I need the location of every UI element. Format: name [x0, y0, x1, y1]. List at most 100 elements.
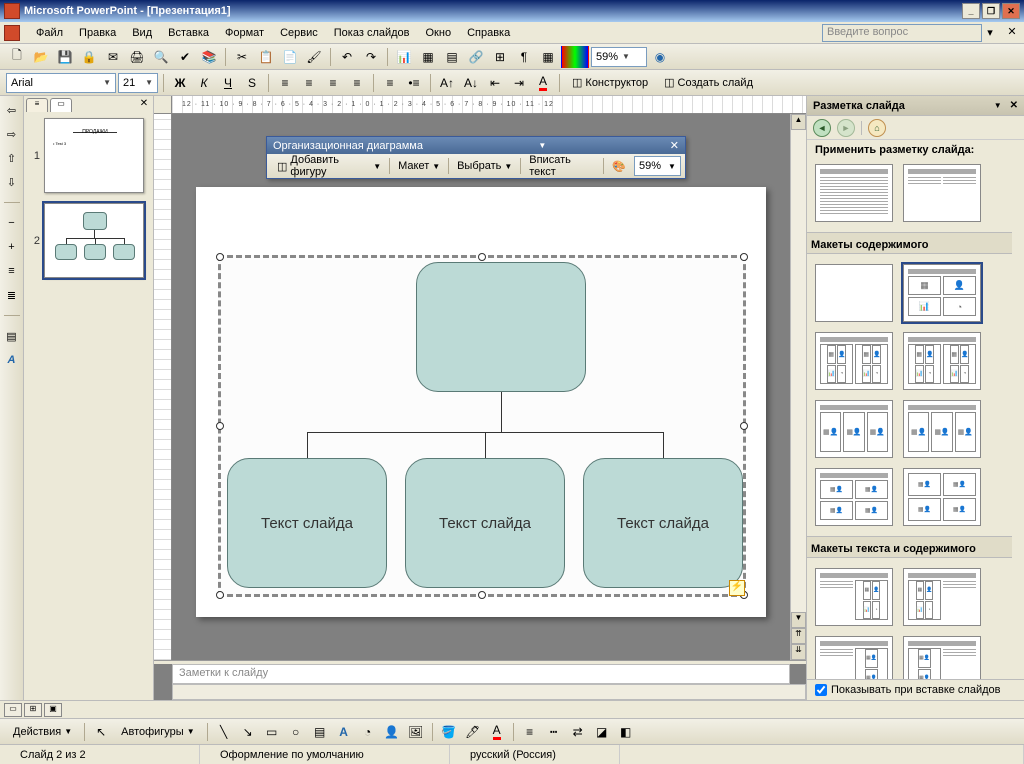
- scroll-up-icon[interactable]: ▲: [791, 114, 806, 130]
- prev-slide-icon[interactable]: ⇈: [791, 628, 806, 644]
- decrease-indent-icon[interactable]: ⇤: [484, 72, 506, 94]
- minimize-button[interactable]: _: [962, 3, 980, 19]
- line-style-icon[interactable]: ≡: [519, 721, 541, 743]
- table-icon[interactable]: ▦: [417, 46, 439, 68]
- panel-close-icon[interactable]: ✕: [137, 98, 151, 112]
- design-button[interactable]: ◫ Конструктор: [565, 72, 655, 94]
- menu-slideshow[interactable]: Показ слайдов: [326, 25, 418, 41]
- research-icon[interactable]: 📚: [198, 46, 220, 68]
- scroll-down-icon[interactable]: ▼: [791, 612, 806, 628]
- clipart-icon[interactable]: 👤: [381, 721, 403, 743]
- help-icon[interactable]: ◉: [649, 46, 671, 68]
- font-color-icon[interactable]: A: [486, 721, 508, 743]
- resize-handle[interactable]: [478, 253, 486, 261]
- line-color-icon[interactable]: 🖊: [462, 721, 484, 743]
- menu-view[interactable]: Вид: [124, 25, 160, 41]
- menu-window[interactable]: Окно: [418, 25, 460, 41]
- slide-canvas[interactable]: Текст слайда Текст слайда Текст слайда ⚡: [196, 187, 766, 617]
- line-icon[interactable]: ╲: [213, 721, 235, 743]
- paste-icon[interactable]: 📄: [279, 46, 301, 68]
- autoformat-icon[interactable]: 🎨: [606, 156, 632, 176]
- orgchart-titlebar[interactable]: Организационная диаграмма ▼ ✕: [267, 137, 685, 154]
- promote-icon[interactable]: ⇦: [2, 100, 22, 120]
- menu-file[interactable]: Файл: [28, 25, 71, 41]
- dash-style-icon[interactable]: ┅: [543, 721, 565, 743]
- show-on-insert-checkbox[interactable]: [815, 684, 827, 696]
- diagram-container[interactable]: Текст слайда Текст слайда Текст слайда ⚡: [218, 255, 746, 597]
- email-icon[interactable]: ✉: [102, 46, 124, 68]
- layout-thumb[interactable]: ▦👤📊◔▦👤📊◔: [815, 332, 893, 390]
- 3d-style-icon[interactable]: ◧: [615, 721, 637, 743]
- grid-icon[interactable]: ▦: [537, 46, 559, 68]
- select-icon[interactable]: ↖: [90, 721, 112, 743]
- decrease-font-icon[interactable]: A↓: [460, 72, 482, 94]
- collapse-all-icon[interactable]: ≡: [2, 261, 22, 281]
- rectangle-icon[interactable]: ▭: [261, 721, 283, 743]
- home-icon[interactable]: ⌂: [868, 119, 886, 137]
- layout-thumb[interactable]: ▦👤▦👤▦👤▦👤: [815, 468, 893, 526]
- outline-tab[interactable]: ≡: [26, 98, 48, 112]
- ask-dropdown-icon[interactable]: ▾: [982, 26, 998, 39]
- numbering-icon[interactable]: ≡: [379, 72, 401, 94]
- resize-handle[interactable]: [740, 422, 748, 430]
- next-slide-icon[interactable]: ⇊: [791, 644, 806, 660]
- zoom-combo[interactable]: 59%▼: [591, 47, 647, 67]
- orgchart-close-icon[interactable]: ✕: [670, 139, 679, 152]
- layout-thumb[interactable]: [815, 264, 893, 322]
- slide-thumb-2[interactable]: [44, 203, 144, 278]
- normal-view-icon[interactable]: ▭: [4, 703, 22, 717]
- font-combo[interactable]: Arial▼: [6, 73, 116, 93]
- slides-tab[interactable]: ▭: [50, 98, 72, 112]
- underline-icon[interactable]: Ч: [217, 72, 239, 94]
- vertical-ruler[interactable]: [154, 114, 172, 660]
- layout-thumb[interactable]: ▦👤▦👤▦👤▦👤: [903, 468, 981, 526]
- taskpane-close-icon[interactable]: ✕: [1010, 100, 1018, 111]
- layout-thumb[interactable]: ▦👤📊◔: [903, 568, 981, 626]
- copy-icon[interactable]: 📋: [255, 46, 277, 68]
- demote-icon[interactable]: ⇨: [2, 124, 22, 144]
- new-slide-button[interactable]: ◫ Создать слайд: [657, 72, 760, 94]
- org-node-1[interactable]: Текст слайда: [227, 458, 387, 588]
- smart-tag-icon[interactable]: ⚡: [729, 580, 745, 596]
- align-right-icon[interactable]: ≡: [322, 72, 344, 94]
- align-center-icon[interactable]: ≡: [298, 72, 320, 94]
- font-size-combo[interactable]: 21▼: [118, 73, 158, 93]
- resize-handle[interactable]: [216, 253, 224, 261]
- layout-thumb[interactable]: [815, 164, 893, 222]
- layout-thumb[interactable]: ▦👤📊◔▦👤📊◔: [903, 332, 981, 390]
- slide-thumb-1[interactable]: ПРОДАЖИ • Test 3: [44, 118, 144, 193]
- restore-button[interactable]: ❐: [982, 3, 1000, 19]
- menu-tools[interactable]: Сервис: [272, 25, 326, 41]
- hyperlink-icon[interactable]: 🔗: [465, 46, 487, 68]
- show-formatting-icon[interactable]: ¶: [513, 46, 535, 68]
- resize-handle[interactable]: [740, 253, 748, 261]
- save-icon[interactable]: 💾: [54, 46, 76, 68]
- shadow-style-icon[interactable]: ◪: [591, 721, 613, 743]
- org-node-2[interactable]: Текст слайда: [405, 458, 565, 588]
- add-shape-button[interactable]: ◫ Добавить фигуру ▼: [271, 156, 387, 176]
- org-node-3[interactable]: Текст слайда: [583, 458, 743, 588]
- layout-thumb[interactable]: ▦👤▦👤: [815, 636, 893, 679]
- org-node-top[interactable]: [416, 262, 586, 392]
- menu-help[interactable]: Справка: [459, 25, 518, 41]
- expand-icon[interactable]: +: [2, 237, 22, 257]
- permission-icon[interactable]: 🔒: [78, 46, 100, 68]
- oval-icon[interactable]: ○: [285, 721, 307, 743]
- menu-format[interactable]: Формат: [217, 25, 272, 41]
- format-painter-icon[interactable]: 🖌: [303, 46, 325, 68]
- mdi-close-button[interactable]: ✕: [1004, 25, 1020, 41]
- vertical-scrollbar[interactable]: ▲ ▼ ⇈ ⇊: [790, 114, 806, 660]
- expand-icon[interactable]: ⊞: [489, 46, 511, 68]
- layout-thumb[interactable]: ▦👤📊◔: [815, 568, 893, 626]
- fit-text-button[interactable]: Вписать текст: [523, 156, 601, 176]
- show-format-icon[interactable]: A: [2, 350, 22, 370]
- diagram-icon[interactable]: ◔: [357, 721, 379, 743]
- actions-button[interactable]: Действия ▼: [6, 721, 79, 743]
- move-down-icon[interactable]: ⇩: [2, 172, 22, 192]
- align-justify-icon[interactable]: ≡: [346, 72, 368, 94]
- autoshapes-button[interactable]: Автофигуры ▼: [114, 721, 202, 743]
- new-icon[interactable]: 🗋: [6, 46, 28, 68]
- horizontal-ruler[interactable]: 12 · 11 · 10 · 9 · 8 · 7 · 6 · 5 · 4 · 3…: [172, 96, 806, 114]
- layouts-list[interactable]: Макеты содержимого ▦👤📊◔ ▦👤📊◔▦👤📊◔ ▦👤📊◔▦👤📊…: [807, 160, 1024, 679]
- expand-all-icon[interactable]: ≣: [2, 285, 22, 305]
